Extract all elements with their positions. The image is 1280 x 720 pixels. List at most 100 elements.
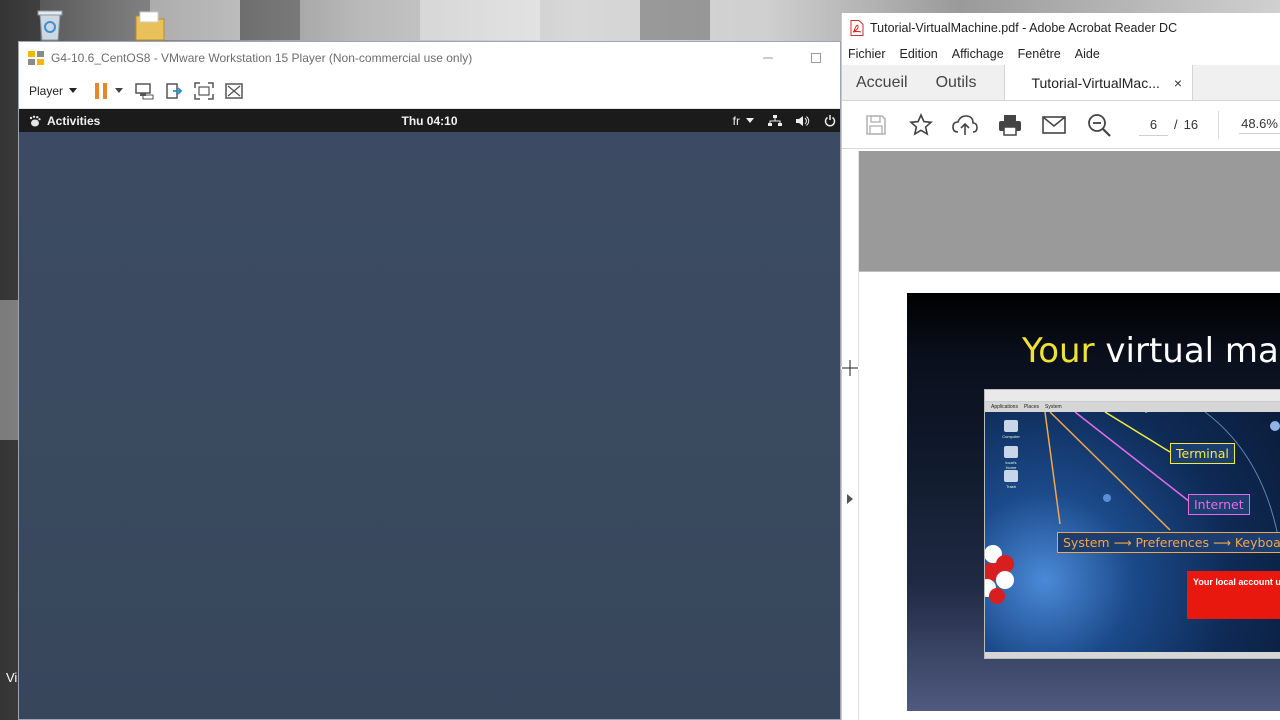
toolbar-divider <box>1218 110 1220 139</box>
gnome-desktop[interactable] <box>19 132 840 719</box>
send-ctrl-alt-del-button[interactable] <box>131 78 157 104</box>
zoom-level-input[interactable]: 48.6% <box>1239 116 1280 134</box>
acrobat-tab-bar: Accueil Outils Tutorial-VirtualMac... × <box>842 65 1280 101</box>
volume-icon[interactable] <box>796 115 810 127</box>
maximize-icon <box>811 52 821 63</box>
save-button[interactable] <box>854 108 899 142</box>
save-icon <box>866 114 887 135</box>
vmware-titlebar[interactable]: G4-10.6_CentOS8 - VMware Workstation 15 … <box>19 42 840 73</box>
caret-down-icon <box>746 118 754 123</box>
label-terminal: Terminal <box>1170 443 1235 464</box>
pause-button[interactable] <box>91 78 111 104</box>
desktop-shape <box>240 0 300 40</box>
vmware-toolbar: Player <box>19 73 840 109</box>
print-button[interactable] <box>988 108 1033 142</box>
menu-fichier[interactable]: Fichier <box>848 47 886 61</box>
previous-page <box>859 151 1280 271</box>
screenshot-menu-system: System <box>1044 404 1062 410</box>
power-options-dropdown[interactable] <box>111 78 127 104</box>
acrobat-window[interactable]: Tutorial-VirtualMachine.pdf - Adobe Acro… <box>841 13 1280 720</box>
acrobat-toolbar: 6 / 16 48.6% <box>842 101 1280 149</box>
vmware-window[interactable]: G4-10.6_CentOS8 - VMware Workstation 15 … <box>18 41 841 720</box>
device-arrow-icon <box>166 82 183 99</box>
screenshot-menu-places: Places <box>1023 404 1039 410</box>
activities-button[interactable]: Activities <box>19 114 100 128</box>
acrobat-window-title: Tutorial-VirtualMachine.pdf - Adobe Acro… <box>870 21 1178 35</box>
local-account-note: Your local account u <box>1187 571 1280 619</box>
network-devices-icon <box>135 82 154 99</box>
gnome-foot-icon <box>29 115 41 126</box>
screenshot-menubar: Applications Places System <box>985 402 1280 412</box>
maximize-button[interactable] <box>792 42 840 73</box>
acrobat-titlebar[interactable]: Tutorial-VirtualMachine.pdf - Adobe Acro… <box>842 13 1280 43</box>
minimize-button[interactable] <box>744 42 792 73</box>
screenshot-bottom-bar <box>985 652 1280 658</box>
slide-image: Your virtual mac Applications Places Sys… <box>907 293 1280 711</box>
caret-down-icon <box>69 88 78 93</box>
resize-cursor-icon <box>841 359 859 377</box>
slide-title-highlight: Your <box>1022 331 1095 371</box>
label-internet: Internet <box>1188 494 1250 515</box>
email-button[interactable] <box>1032 108 1077 142</box>
caret-down-icon <box>115 88 124 93</box>
network-icon[interactable] <box>768 114 782 127</box>
document-area[interactable]: Your virtual mac Applications Places Sys… <box>842 151 1280 720</box>
upload-button[interactable] <box>943 108 988 142</box>
removable-devices-button[interactable] <box>161 78 187 104</box>
pdf-file-icon <box>850 20 864 36</box>
expand-arrow-icon <box>847 494 853 504</box>
page-separator: / <box>1174 117 1178 132</box>
close-tab-icon[interactable]: × <box>1174 75 1182 91</box>
tab-outils[interactable]: Outils <box>922 65 991 100</box>
recycle-bin-icon[interactable] <box>32 6 68 42</box>
zoom-out-icon <box>1087 113 1111 137</box>
bookmark-button[interactable] <box>899 108 944 142</box>
gnome-top-bar: Activities Thu 04:10 fr <box>19 109 840 132</box>
label-system-preferences-keyboard: System ⟶ Preferences ⟶ Keyboard <box>1057 532 1280 553</box>
cloud-upload-icon <box>952 114 979 135</box>
acrobat-menubar: Fichier Edition Affichage Fenêtre Aide <box>842 43 1280 65</box>
menu-aide[interactable]: Aide <box>1075 47 1100 61</box>
zoom-out-button[interactable] <box>1077 108 1122 142</box>
guest-screen[interactable]: Activities Thu 04:10 fr <box>19 109 840 719</box>
star-icon <box>908 112 933 136</box>
menu-affichage[interactable]: Affichage <box>952 47 1004 61</box>
player-menu-label: Player <box>29 83 64 98</box>
desktop-label: Vi <box>6 670 18 685</box>
activities-label: Activities <box>47 113 101 128</box>
menu-edition[interactable]: Edition <box>900 47 938 61</box>
print-icon <box>998 114 1021 136</box>
desktop-shape <box>420 0 540 40</box>
vmware-window-title: G4-10.6_CentOS8 - VMware Workstation 15 … <box>51 50 473 65</box>
minimize-icon <box>763 57 773 58</box>
total-pages: 16 <box>1183 117 1199 132</box>
screenshot-menu-applications: Applications <box>991 404 1018 410</box>
atom-graphic <box>985 545 1014 604</box>
tab-accueil[interactable]: Accueil <box>842 65 922 100</box>
current-page: Your virtual mac Applications Places Sys… <box>859 271 1280 720</box>
player-menu-button[interactable]: Player <box>29 83 78 98</box>
embedded-screenshot: Applications Places System Computer loca… <box>984 389 1280 659</box>
tab-document[interactable]: Tutorial-VirtualMac... × <box>1004 65 1194 100</box>
keyboard-layout-menu[interactable]: fr <box>733 114 754 128</box>
vmware-logo-icon <box>28 50 44 65</box>
current-page-input[interactable]: 6 <box>1139 114 1169 136</box>
envelope-icon <box>1042 115 1067 134</box>
desktop-shape <box>0 300 18 440</box>
slide-title: Your virtual mac <box>1022 331 1280 371</box>
unity-icon <box>225 82 243 99</box>
navigation-pane-toggle[interactable] <box>842 151 859 720</box>
screenshot-desktop: Computer local's Home Trash Terminal Int… <box>985 412 1280 652</box>
screenshot-toolbar <box>985 390 1280 402</box>
folder-icon[interactable] <box>132 6 168 42</box>
keyboard-layout-label: fr <box>732 113 740 128</box>
full-screen-button[interactable] <box>191 78 217 104</box>
unity-button[interactable] <box>221 78 247 104</box>
menu-fenetre[interactable]: Fenêtre <box>1018 47 1061 61</box>
slide-title-rest: virtual mac <box>1094 331 1280 371</box>
tab-document-label: Tutorial-VirtualMac... <box>1031 74 1160 91</box>
clock[interactable]: Thu 04:10 <box>19 114 840 128</box>
fullscreen-icon <box>194 81 214 100</box>
power-icon[interactable] <box>824 114 836 127</box>
pause-icon <box>95 82 108 99</box>
